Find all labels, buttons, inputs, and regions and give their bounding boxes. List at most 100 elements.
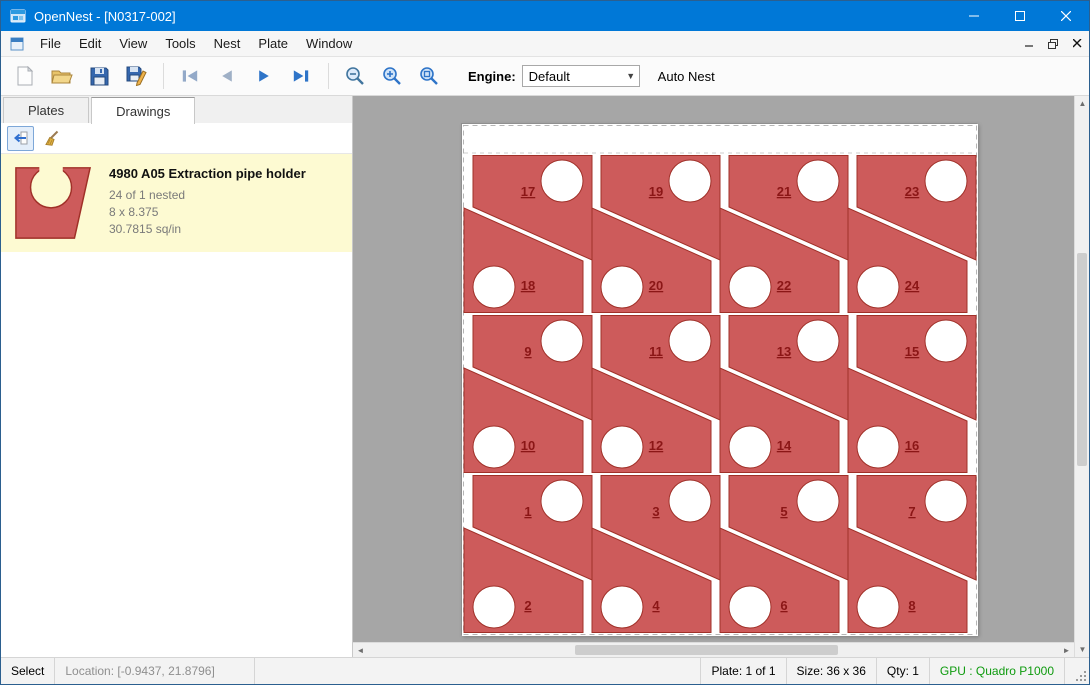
- menu-tools[interactable]: Tools: [156, 32, 204, 55]
- import-arrow-icon: [12, 130, 29, 146]
- scroll-right-icon[interactable]: ►: [1059, 643, 1074, 658]
- save-button[interactable]: [83, 61, 115, 91]
- nav-previous-button[interactable]: [211, 61, 243, 91]
- menu-edit[interactable]: Edit: [70, 32, 110, 55]
- status-gpu: GPU : Quadro P1000: [930, 658, 1065, 684]
- pipe-notch: [925, 320, 967, 362]
- pipe-notch: [473, 426, 515, 468]
- drawing-list-item[interactable]: 4980 A05 Extraction pipe holder 24 of 1 …: [1, 154, 352, 252]
- panel-toolbar: [1, 123, 352, 154]
- mdi-minimize-button[interactable]: [1017, 33, 1041, 55]
- part-number-top[interactable]: 19: [649, 184, 663, 199]
- chevron-down-icon[interactable]: ▼: [623, 71, 639, 81]
- part-number-bottom[interactable]: 4: [652, 598, 660, 613]
- status-plate: Plate: 1 of 1: [701, 658, 786, 684]
- part-number-bottom[interactable]: 14: [777, 438, 792, 453]
- document-window-icon[interactable]: [9, 36, 25, 52]
- part-number-bottom[interactable]: 2: [524, 598, 531, 613]
- status-spacer: [255, 658, 701, 684]
- menu-file[interactable]: File: [31, 32, 70, 55]
- nav-first-button[interactable]: [174, 61, 206, 91]
- nest-plate-svg[interactable]: 171819202122232491011121314151612345678: [462, 124, 978, 636]
- pipe-notch: [797, 320, 839, 362]
- part-number-top[interactable]: 1: [524, 504, 531, 519]
- drawing-title: 4980 A05 Extraction pipe holder: [109, 166, 306, 181]
- zoom-out-button[interactable]: [339, 61, 371, 91]
- clean-button[interactable]: [38, 126, 65, 151]
- part-number-top[interactable]: 17: [521, 184, 535, 199]
- maximize-button[interactable]: [997, 1, 1043, 31]
- tab-plates[interactable]: Plates: [3, 97, 89, 123]
- scroll-up-icon[interactable]: ▲: [1075, 96, 1090, 111]
- plate[interactable]: 171819202122232491011121314151612345678: [461, 123, 977, 635]
- part-number-bottom[interactable]: 20: [649, 278, 663, 293]
- nest-canvas[interactable]: 171819202122232491011121314151612345678 …: [353, 96, 1074, 657]
- part-number-top[interactable]: 11: [649, 344, 663, 359]
- main-toolbar: Engine: Default ▼ Auto Nest: [1, 57, 1089, 96]
- part-number-bottom[interactable]: 8: [908, 598, 915, 613]
- new-document-button[interactable]: [9, 61, 41, 91]
- titlebar[interactable]: OpenNest - [N0317-002]: [1, 1, 1089, 31]
- canvas-viewport[interactable]: 171819202122232491011121314151612345678: [353, 96, 1074, 642]
- pipe-notch: [473, 266, 515, 308]
- part-number-top[interactable]: 3: [652, 504, 659, 519]
- pipe-notch: [729, 266, 771, 308]
- part-number-top[interactable]: 9: [524, 344, 531, 359]
- drawing-nested-count: 24 of 1 nested: [109, 187, 306, 204]
- part-number-top[interactable]: 21: [777, 184, 791, 199]
- nav-next-button[interactable]: [248, 61, 280, 91]
- engine-combobox[interactable]: Default ▼: [522, 65, 640, 87]
- app-window: OpenNest - [N0317-002] File Edit View To…: [0, 0, 1090, 685]
- auto-nest-label[interactable]: Auto Nest: [658, 69, 715, 84]
- part-number-bottom[interactable]: 16: [905, 438, 919, 453]
- pipe-notch: [857, 426, 899, 468]
- save-edit-button[interactable]: [120, 61, 152, 91]
- part-number-bottom[interactable]: 6: [780, 598, 787, 613]
- drawing-info: 4980 A05 Extraction pipe holder 24 of 1 …: [97, 160, 306, 242]
- menubar: File Edit View Tools Nest Plate Window: [1, 31, 1089, 57]
- menu-window[interactable]: Window: [297, 32, 361, 55]
- resize-grip[interactable]: [1065, 658, 1089, 684]
- menu-view[interactable]: View: [110, 32, 156, 55]
- save-icon: [90, 67, 109, 86]
- horizontal-scroll-thumb[interactable]: [575, 645, 838, 655]
- part-number-bottom[interactable]: 12: [649, 438, 663, 453]
- nav-last-button[interactable]: [285, 61, 317, 91]
- minimize-button[interactable]: [951, 1, 997, 31]
- open-folder-button[interactable]: [46, 61, 78, 91]
- part-number-bottom[interactable]: 24: [905, 278, 920, 293]
- zoom-extents-button[interactable]: [413, 61, 445, 91]
- pipe-notch: [601, 266, 643, 308]
- close-button[interactable]: [1043, 1, 1089, 31]
- vertical-scroll-thumb[interactable]: [1077, 253, 1087, 466]
- zoom-in-button[interactable]: [376, 61, 408, 91]
- part-number-bottom[interactable]: 10: [521, 438, 535, 453]
- pipe-notch: [541, 320, 583, 362]
- tab-drawings[interactable]: Drawings: [91, 97, 195, 124]
- scroll-down-icon[interactable]: ▼: [1075, 642, 1090, 657]
- vertical-scrollbar[interactable]: ▲ ▼: [1074, 96, 1089, 657]
- close-icon: [1061, 11, 1071, 21]
- part-number-top[interactable]: 13: [777, 344, 791, 359]
- horizontal-scrollbar[interactable]: ◄ ►: [353, 642, 1074, 657]
- open-folder-icon: [51, 67, 73, 85]
- part-number-bottom[interactable]: 22: [777, 278, 791, 293]
- part-number-top[interactable]: 23: [905, 184, 919, 199]
- mdi-close-icon: [1073, 39, 1082, 48]
- zoom-extents-icon: [419, 66, 439, 86]
- part-number-bottom[interactable]: 18: [521, 278, 535, 293]
- part-number-top[interactable]: 15: [905, 344, 919, 359]
- pipe-notch: [601, 586, 643, 628]
- menu-nest[interactable]: Nest: [205, 32, 250, 55]
- menu-plate[interactable]: Plate: [249, 32, 297, 55]
- toolbar-separator: [163, 63, 164, 89]
- scroll-left-icon[interactable]: ◄: [353, 643, 368, 658]
- part-number-top[interactable]: 7: [908, 504, 915, 519]
- drawing-area: 30.7815 sq/in: [109, 221, 306, 238]
- part-thumbnail: [9, 160, 97, 242]
- mdi-close-button[interactable]: [1065, 33, 1089, 55]
- pipe-notch: [857, 586, 899, 628]
- mdi-restore-button[interactable]: [1041, 33, 1065, 55]
- part-number-top[interactable]: 5: [780, 504, 787, 519]
- import-drawing-button[interactable]: [7, 126, 34, 151]
